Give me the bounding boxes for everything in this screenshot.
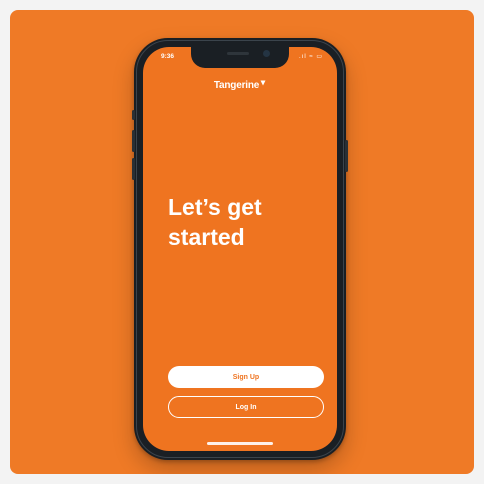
- phone-screen: 9:36 .ıl ≈ ▭ Tangerine Let’s get started…: [143, 47, 337, 451]
- promo-card: 9:36 .ıl ≈ ▭ Tangerine Let’s get started…: [10, 10, 474, 474]
- page-frame: 9:36 .ıl ≈ ▭ Tangerine Let’s get started…: [0, 0, 484, 484]
- sign-up-button[interactable]: Sign Up: [168, 366, 324, 388]
- phone-mockup: 9:36 .ıl ≈ ▭ Tangerine Let’s get started…: [132, 38, 348, 460]
- speaker-grille-icon: [227, 52, 249, 55]
- phone-volume-button-2: [132, 158, 135, 180]
- welcome-headline: Let’s get started: [168, 192, 318, 252]
- front-camera-icon: [263, 50, 270, 57]
- status-time: 9:36: [161, 53, 175, 60]
- headline-line-1: Let’s get: [168, 194, 262, 220]
- status-icons: .ıl ≈ ▭: [299, 54, 323, 60]
- phone-volume-up-button: [132, 110, 135, 120]
- sign-up-label: Sign Up: [232, 373, 260, 381]
- logo-leaf-icon: [260, 80, 266, 86]
- log-in-button[interactable]: Log In: [168, 396, 324, 418]
- phone-notch: [191, 47, 289, 68]
- home-indicator[interactable]: [207, 442, 273, 445]
- log-in-label: Log In: [235, 403, 257, 411]
- headline-line-2: started: [168, 224, 245, 250]
- logo-text: Tangerine: [213, 80, 260, 91]
- phone-power-button: [345, 140, 348, 172]
- tangerine-logo: Tangerine: [143, 80, 337, 91]
- phone-volume-button-1: [132, 130, 135, 152]
